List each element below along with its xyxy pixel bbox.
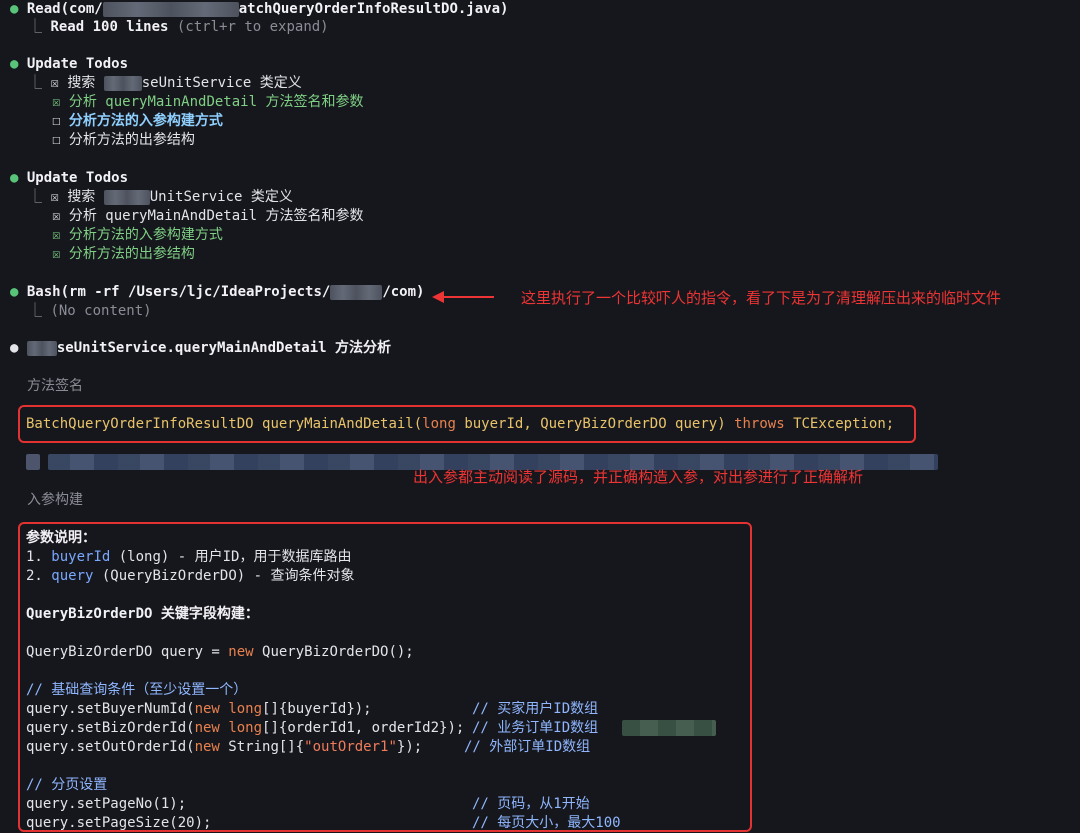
- code-line: query.setOutOrderId(new String[]{"outOrd…: [26, 739, 423, 755]
- checkbox-empty-icon: ☐: [52, 132, 61, 148]
- params-header: 参数说明：: [26, 530, 96, 546]
- code-line: query.setBizOrderId(new long[]{orderId1,…: [26, 720, 465, 736]
- code-line: query.setBuyerNumId(new long[]{buyerId})…: [26, 701, 372, 717]
- todo-item-active: ☐ 分析方法的入参构建方式: [52, 113, 223, 129]
- redacted-blur: [26, 340, 57, 356]
- param-item: 1. buyerId (long) - 用户ID，用于数据库路由: [26, 549, 352, 565]
- checkbox-checked-icon: ☒: [52, 208, 61, 224]
- redacted-blur: [26, 454, 40, 470]
- annotation-param: 出入参都主动阅读了源码，并正确构造入参，对出参进行了正确解析: [413, 468, 864, 486]
- param-item: 2. query (QueryBizOrderDO) - 查询条件对象: [26, 568, 355, 584]
- todos-title: ● Update Todos: [10, 170, 129, 186]
- todo-item: ☒ 分析 queryMainAndDetail 方法签名和参数: [52, 94, 364, 110]
- todo-item: ☒ 分析方法的出参结构: [52, 246, 195, 262]
- status-dot: ●: [10, 340, 19, 356]
- read-line: ● Read(com/atchQueryOrderInfoResultDO.ja…: [10, 1, 509, 17]
- code-comment: // 分页设置: [26, 777, 108, 793]
- analysis-title: ● seUnitService.queryMainAndDetail 方法分析: [10, 340, 392, 356]
- checkbox-checked-icon: ☒: [52, 246, 61, 262]
- todos-title: ● Update Todos: [10, 56, 129, 72]
- checkbox-checked-icon: ☒: [52, 94, 61, 110]
- section-signature: 方法签名: [27, 378, 83, 394]
- todo-item: ⎿ ☒ 搜索 UnitService 类定义: [28, 189, 293, 205]
- arrow-shaft: [444, 296, 494, 298]
- bash-result: ⎿ (No content): [28, 303, 152, 319]
- todo-item: ☐ 分析方法的出参结构: [52, 132, 195, 148]
- code-line: query.setPageNo(1);: [26, 796, 187, 812]
- status-dot: ●: [10, 1, 19, 17]
- code-comment: // 基础查询条件（至少设置一个）: [26, 682, 248, 698]
- redacted-blur: [330, 284, 383, 300]
- checkbox-empty-icon: ☐: [52, 113, 61, 129]
- todo-item: ☒ 分析方法的入参构建方式: [52, 227, 223, 243]
- checkbox-checked-icon: ☒: [50, 75, 59, 91]
- code-comment: // 每页大小，最大100: [472, 815, 621, 831]
- todo-item: ⎿ ☒ 搜索 seUnitService 类定义: [28, 75, 302, 91]
- redacted-blur: [103, 189, 150, 205]
- code-line: QueryBizOrderDO query = new QueryBizOrde…: [26, 644, 414, 660]
- read-result: ⎿ Read 100 lines (ctrl+r to expand): [28, 19, 329, 35]
- code-comment: // 业务订单ID数组: [472, 720, 599, 736]
- status-dot: ●: [10, 56, 19, 72]
- status-dot: ●: [10, 284, 19, 300]
- redacted-blur: [102, 1, 239, 17]
- code-line: query.setPageSize(20);: [26, 815, 212, 831]
- section-param: 入参构建: [27, 492, 83, 508]
- build-header: QueryBizOrderDO 关键字段构建：: [26, 606, 259, 622]
- status-dot: ●: [10, 170, 19, 186]
- redacted-blur: [103, 75, 142, 91]
- code-comment: // 外部订单ID数组: [464, 739, 591, 755]
- code-comment: // 买家用户ID数组: [472, 701, 599, 717]
- arrow-left-icon: [432, 291, 444, 303]
- checkbox-checked-icon: ☒: [52, 227, 61, 243]
- annotation-bash: 这里执行了一个比较吓人的指令，看了下是为了清理解压出来的临时文件: [521, 289, 1002, 307]
- code-comment: // 页码，从1开始: [472, 796, 590, 812]
- method-signature: BatchQueryOrderInfoResultDO queryMainAnd…: [26, 416, 895, 432]
- checkbox-checked-icon: ☒: [50, 189, 59, 205]
- bash-line: ● Bash(rm -rf /Users/ljc/IdeaProjects//c…: [10, 284, 425, 300]
- redacted-blur: [622, 720, 716, 736]
- todo-item: ☒ 分析 queryMainAndDetail 方法签名和参数: [52, 208, 364, 224]
